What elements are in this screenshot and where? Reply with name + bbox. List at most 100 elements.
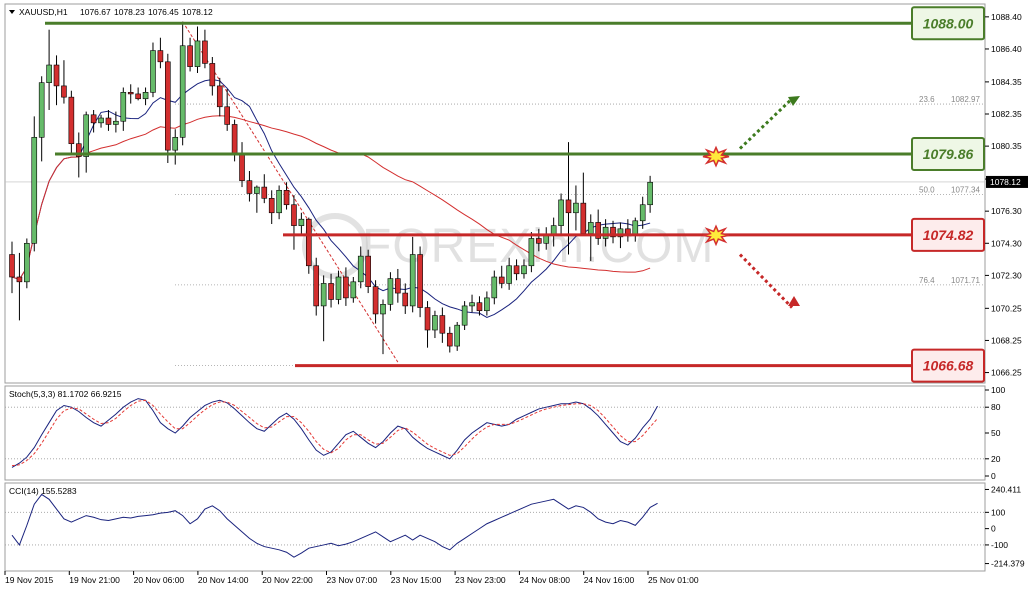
candle-bull	[320, 283, 327, 307]
candle-bull	[31, 136, 38, 244]
candle-bull	[113, 120, 119, 125]
cci-tick-label: 100	[991, 507, 1005, 517]
candle-bear	[61, 85, 67, 98]
candle-bull	[521, 265, 527, 275]
price-tick-label: 1084.35	[991, 77, 1022, 87]
cci-label: CCI(14) 155.5283	[9, 486, 77, 496]
candle-bear	[402, 292, 409, 307]
price-tick-label: 1068.25	[991, 335, 1022, 345]
candle-bull	[380, 304, 386, 315]
candle-bull	[469, 302, 475, 307]
price-chart-svg[interactable]: FOREXim.COM XAUUSD,H1 1076.67 1078.23 10…	[0, 0, 1031, 591]
candle-bear	[372, 286, 379, 315]
candle-bull	[254, 186, 260, 194]
resistance-level-label: 1079.86	[923, 146, 974, 162]
candle-bull	[602, 226, 609, 239]
candle-bear	[246, 180, 253, 194]
candle-bear	[313, 265, 320, 307]
candle-bear	[53, 64, 60, 87]
resistance-level-label: 1088.00	[923, 15, 974, 31]
time-tick-label: 23 Nov 15:00	[391, 575, 442, 585]
candle-bear	[202, 40, 208, 64]
candle-bear	[498, 276, 505, 284]
time-tick-label: 20 Nov 22:00	[262, 575, 313, 585]
fib-price-label: 1071.71	[951, 276, 980, 285]
stoch-tick-label: 0	[991, 471, 996, 481]
candle-bear	[216, 85, 223, 108]
breakdown-burst-icon	[702, 224, 730, 247]
candle-bear	[513, 265, 520, 275]
candle-bear	[365, 255, 371, 287]
candle-bear	[424, 307, 431, 331]
stoch-tick-label: 20	[991, 454, 1001, 464]
candle-bear	[187, 45, 193, 67]
candle-bear	[283, 189, 290, 206]
candle-bull	[528, 238, 535, 267]
candle-bear	[476, 302, 483, 312]
time-tick-label: 24 Nov 08:00	[519, 575, 570, 585]
candle-bear	[209, 63, 216, 87]
candle-bull	[573, 202, 579, 214]
candle-bear	[580, 202, 587, 234]
price-tick-label: 1086.40	[991, 44, 1022, 54]
candle-bull	[461, 305, 468, 326]
candle-bull	[543, 234, 550, 244]
cci-tick-label: 0	[991, 524, 996, 534]
candle-bull	[298, 218, 305, 226]
candle-bull	[46, 64, 52, 83]
time-tick-label: 20 Nov 14:00	[198, 575, 249, 585]
candle-bull	[491, 276, 498, 299]
candle-bear	[417, 254, 423, 308]
price-tick-label: 1070.25	[991, 303, 1022, 313]
candle-bear	[343, 276, 349, 299]
time-tick-label: 19 Nov 2015	[5, 575, 53, 585]
candle-bear	[305, 218, 312, 267]
candle-bear	[165, 61, 171, 151]
candle-bear	[9, 254, 15, 278]
candle-bull	[387, 278, 394, 305]
candle-bull	[83, 114, 89, 157]
candle-bull	[335, 276, 342, 300]
candle-bull	[172, 136, 179, 151]
candle-bull	[587, 222, 594, 234]
chart-window: FOREXim.COM XAUUSD,H1 1076.67 1078.23 10…	[0, 0, 1031, 591]
candle-bear	[261, 186, 268, 199]
ohlc-high: 1078.23	[114, 7, 145, 17]
fib-ratio-label: 76.4	[919, 276, 935, 285]
candle-bull	[558, 199, 564, 226]
candle-bull	[632, 220, 639, 236]
candle-bear	[90, 114, 97, 124]
time-tick-label: 24 Nov 16:00	[584, 575, 635, 585]
symbol-label: XAUUSD,H1	[19, 7, 68, 17]
candle-bear	[135, 93, 141, 100]
support-level-label: 1066.68	[923, 358, 974, 374]
fib-price-label: 1077.34	[951, 185, 980, 194]
price-tick-label: 1074.30	[991, 238, 1022, 248]
candle-bull	[484, 297, 490, 312]
candle-bear	[565, 199, 572, 214]
candle-bull	[98, 117, 104, 124]
candle-bull	[142, 92, 149, 100]
candle-bear	[157, 50, 164, 63]
stoch-label: Stoch(5,3,3) 81.1702 66.9215	[9, 389, 122, 399]
candle-bear	[268, 198, 275, 214]
candle-bear	[395, 278, 401, 294]
candle-bear	[239, 154, 245, 181]
candle-bull	[506, 265, 512, 284]
candle-bear	[68, 96, 75, 145]
candle-bear	[439, 315, 446, 334]
candle-bull	[432, 315, 438, 331]
price-tick-label: 1066.25	[991, 368, 1022, 378]
price-tick-label: 1080.35	[991, 141, 1022, 151]
candle-bear	[328, 283, 334, 300]
cci-tick-label: 240.411	[991, 484, 1021, 494]
candle-bull	[454, 324, 461, 347]
cci-tick-label: -100	[991, 540, 1008, 550]
fib-ratio-label: 50.0	[919, 185, 935, 194]
candle-bull	[194, 40, 201, 67]
candle-bear	[291, 204, 297, 226]
candle-bear	[127, 92, 134, 95]
candle-bull	[24, 242, 30, 283]
price-tick-label: 1072.30	[991, 270, 1022, 280]
candle-bull	[357, 255, 364, 283]
